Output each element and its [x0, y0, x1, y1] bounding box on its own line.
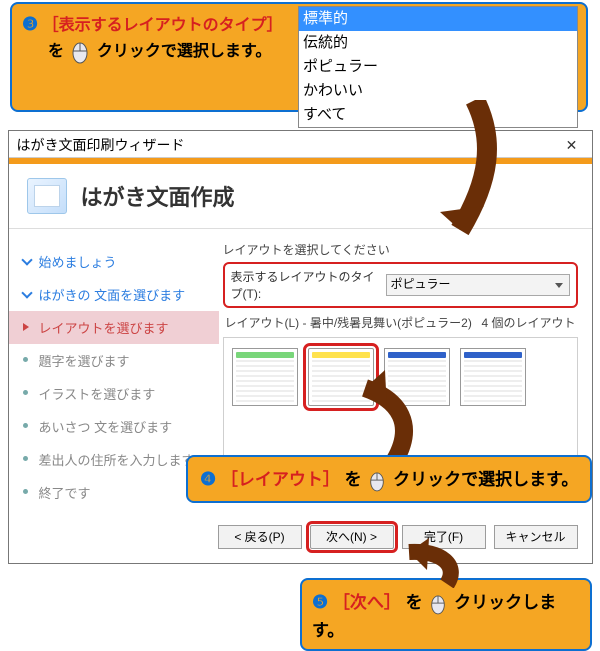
wizard-header: はがき文面作成 [9, 164, 592, 228]
layout-type-row: 表示するレイアウトのタイプ(T): ポピュラー [223, 262, 578, 308]
callout-3-line2a: を [48, 43, 64, 60]
back-button[interactable]: < 戻る(P) [218, 525, 302, 549]
callout-4-mid: を [345, 470, 362, 489]
callout-step-4: ❹ ［レイアウト］ を クリックで選択します。 [186, 455, 592, 503]
step-item[interactable]: 始めましょう [9, 245, 219, 278]
layout-thumb[interactable] [384, 348, 450, 406]
mouse-icon [429, 592, 447, 616]
layout-count-label: 4 個のレイアウト [481, 314, 575, 331]
callout-5-mid: を [406, 593, 423, 612]
titlebar: はがき文面印刷ウィザード ✕ [9, 131, 592, 158]
callout-4-bracket: ［レイアウト］ [221, 470, 340, 489]
dropdown-option[interactable]: 標準的 [299, 7, 577, 31]
layout-thumb[interactable] [232, 348, 298, 406]
layout-type-label: 表示するレイアウトのタイプ(T): [231, 268, 386, 302]
callout-3-line2b: クリックで選択します。 [97, 43, 271, 60]
finish-button[interactable]: 完了(F) [402, 525, 486, 549]
layout-type-value: ポピュラー [391, 277, 451, 291]
step-item-current[interactable]: レイアウトを選びます [9, 311, 219, 344]
callout-5-number: ❺ [312, 592, 328, 612]
callout-5-bracket: ［次へ］ [333, 593, 401, 612]
step-item[interactable]: イラストを選びます [9, 377, 219, 410]
callout-3-bracket: ［表示するレイアウトのタイプ］ [43, 17, 283, 34]
wizard-icon [27, 178, 67, 214]
step-item[interactable]: あいさつ 文を選びます [9, 410, 219, 443]
step-item[interactable]: はがきの 文面を選びます [9, 278, 219, 311]
dropdown-option[interactable]: 伝統的 [299, 31, 577, 55]
layout-type-select[interactable]: ポピュラー [386, 274, 570, 296]
wizard-title: はがき文面作成 [81, 180, 235, 212]
callout-step-5: ❺ ［次へ］ を クリックします。 [300, 578, 592, 651]
callout-4-number: ❹ [200, 469, 216, 489]
dropdown-option[interactable]: ポピュラー [299, 55, 577, 79]
next-button[interactable]: 次へ(N) > [310, 525, 394, 549]
layout-thumb-selected[interactable] [308, 348, 374, 406]
callout-step-3: ❸ ［表示するレイアウトのタイプ］ を クリックで選択します。 標準的 伝統的 … [10, 2, 588, 112]
callout-4-tail: クリックで選択します。 [393, 470, 578, 489]
close-button[interactable]: ✕ [558, 137, 586, 154]
mouse-icon [70, 39, 90, 65]
layout-type-dropdown-list[interactable]: 標準的 伝統的 ポピュラー かわいい すべて [298, 6, 578, 128]
cancel-button[interactable]: キャンセル [494, 525, 578, 549]
dropdown-option[interactable]: すべて [299, 103, 577, 127]
dropdown-option[interactable]: かわいい [299, 79, 577, 103]
callout-3-number: ❸ [22, 14, 38, 34]
layout-list-label: レイアウト(L) - 暑中/残暑見舞い(ポピュラー2) [225, 314, 472, 331]
wizard-button-row: < 戻る(P) 次へ(N) > 完了(F) キャンセル [9, 509, 592, 563]
window-title: はがき文面印刷ウィザード [17, 135, 185, 155]
layout-thumb[interactable] [460, 348, 526, 406]
pane-label: レイアウトを選択してください [223, 241, 578, 258]
step-item[interactable]: 題字を選びます [9, 344, 219, 377]
mouse-icon [368, 469, 386, 493]
